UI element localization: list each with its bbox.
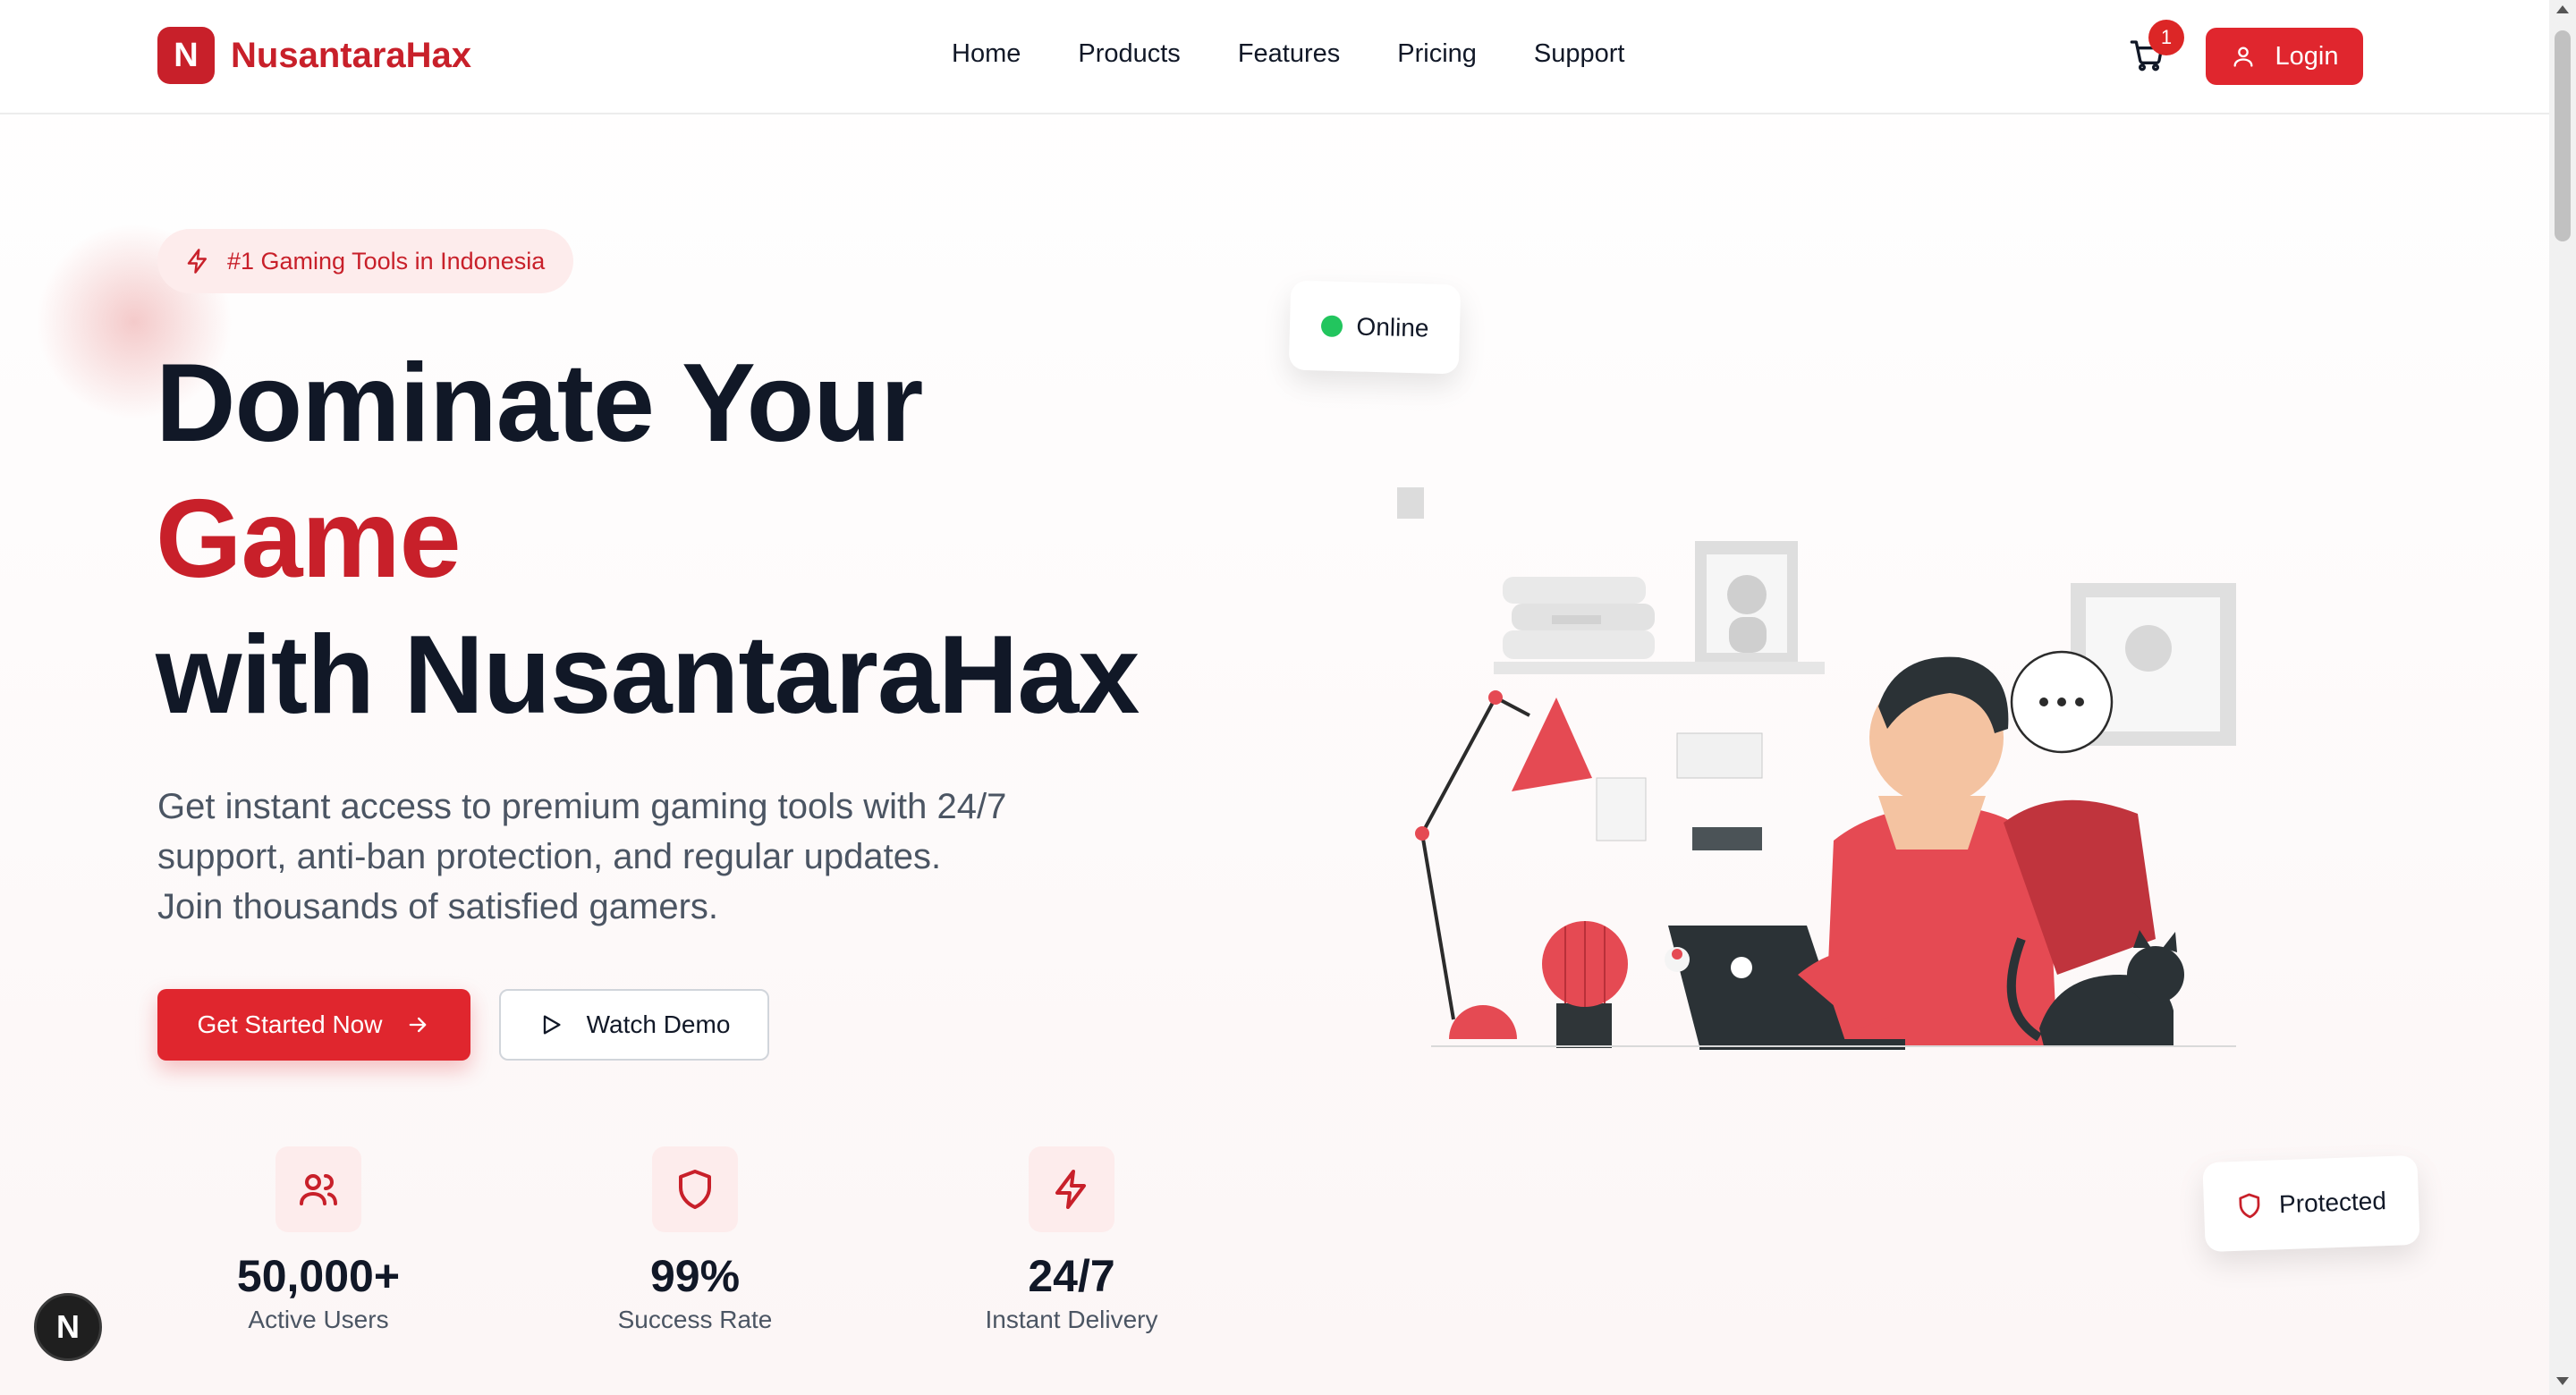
protected-label: Protected <box>2278 1187 2387 1219</box>
stat-value: 50,000+ <box>236 1251 401 1301</box>
get-started-button[interactable]: Get Started Now <box>157 989 470 1061</box>
dev-tools-badge[interactable]: N <box>34 1293 102 1361</box>
hero-subtitle-line1: Get instant access to premium gaming too… <box>157 787 1007 826</box>
stat-instant-delivery: 24/7 Instant Delivery <box>937 1146 1206 1334</box>
online-dot <box>1320 315 1343 338</box>
stat-active-users: 50,000+ Active Users <box>184 1146 453 1334</box>
main-nav: Home Products Features Pricing Support <box>952 39 1682 69</box>
get-started-label: Get Started Now <box>197 1010 383 1038</box>
arrow-right-icon <box>410 1017 427 1033</box>
cart-count-badge: 1 <box>2148 20 2184 55</box>
login-label: Login <box>2275 41 2339 71</box>
online-status-card: Online <box>1288 280 1462 375</box>
scrollbar[interactable] <box>2549 0 2576 1395</box>
nav-products[interactable]: Products <box>1078 39 1180 69</box>
login-button[interactable]: Login <box>2206 28 2363 85</box>
nav-pricing[interactable]: Pricing <box>1397 39 1477 69</box>
stat-value: 99% <box>649 1251 741 1301</box>
hero-subtitle-line2: support, anti-ban protection, and regula… <box>157 837 942 876</box>
scroll-up-arrow[interactable] <box>2556 5 2569 13</box>
brand-name: NusantaraHax <box>231 35 472 75</box>
users-icon <box>275 1146 361 1232</box>
nav-features[interactable]: Features <box>1238 39 1340 69</box>
logo-mark: N <box>157 27 215 84</box>
hero-title-line3: with NusantaraHax <box>156 613 1140 737</box>
nav-support[interactable]: Support <box>1534 39 1625 69</box>
watch-demo-label: Watch Demo <box>586 1010 731 1038</box>
shield-icon <box>2239 1193 2260 1219</box>
hero-subtitle-line3: Join thousands of satisfied gamers. <box>157 887 719 926</box>
lightning-icon <box>1029 1146 1114 1232</box>
scroll-thumb[interactable] <box>2555 30 2571 241</box>
stat-value: 24/7 <box>1028 1251 1115 1301</box>
stat-success-rate: 99% Success Rate <box>561 1146 829 1334</box>
user-icon <box>2233 46 2253 67</box>
nav-home[interactable]: Home <box>952 39 1021 69</box>
stat-label: Success Rate <box>617 1306 773 1333</box>
shield-icon <box>652 1146 738 1232</box>
site-header: N NusantaraHax Home Products Features Pr… <box>0 0 2549 114</box>
hero-illustration <box>1397 487 2236 1050</box>
stat-label: Instant Delivery <box>985 1306 1158 1333</box>
play-icon <box>543 1015 561 1035</box>
stat-label: Active Users <box>248 1306 389 1333</box>
logo[interactable]: N NusantaraHax <box>157 27 471 84</box>
page: N NusantaraHax Home Products Features Pr… <box>0 0 2576 1395</box>
watch-demo-button[interactable]: Watch Demo <box>499 989 769 1061</box>
hero-badge-text: #1 Gaming Tools in Indonesia <box>227 247 546 275</box>
scroll-down-arrow[interactable] <box>2556 1377 2569 1385</box>
hero-badge: #1 Gaming Tools in Indonesia <box>157 229 574 293</box>
hero-title-line1: Dominate Your <box>156 342 923 465</box>
lightning-icon <box>187 249 207 274</box>
hero-subtitle: Get instant access to premium gaming too… <box>157 782 1141 932</box>
protected-status-card: Protected <box>2202 1154 2420 1253</box>
online-label: Online <box>1356 312 1429 342</box>
hero-title-line2: Game <box>156 478 462 601</box>
